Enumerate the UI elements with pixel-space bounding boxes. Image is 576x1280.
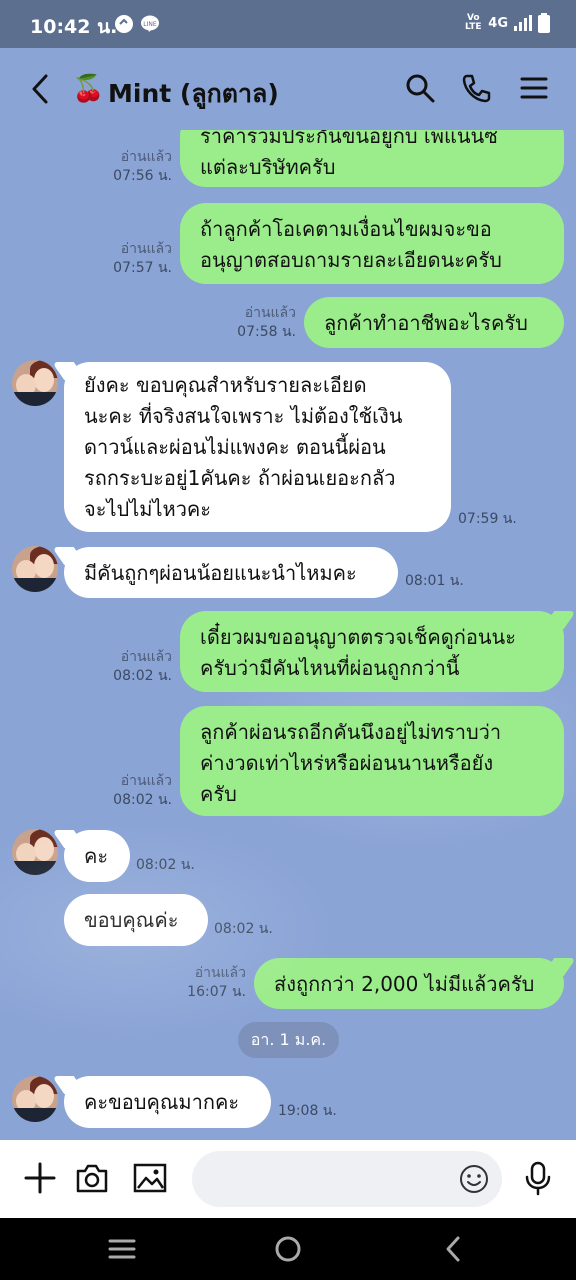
incoming-message[interactable]: คะขอบคุณมากคะ [64, 1076, 271, 1128]
message-line: เดี๋ยวผมขออนุญาตตรวจเช็คดูก่อนนะ [200, 625, 516, 649]
outgoing-message[interactable]: ส่งถูกกว่า 2,000 ไม่มีแล้วครับ [254, 958, 564, 1009]
notification-app-icon [115, 15, 133, 33]
message-line: มีคันถูกๆผ่อนน้อยแนะนำไหมคะ [84, 561, 357, 585]
outgoing-message[interactable]: ราคารวมประกันขนอยูกบ เพแนนซ แต่ละบริษัทค… [180, 130, 564, 187]
chevron-left-icon[interactable] [26, 72, 54, 106]
message-time: 07:59 น. [458, 511, 517, 527]
chat-header: 🍒 Mint (ลูกตาล) [0, 48, 576, 130]
message-time: 08:01 น. [405, 573, 464, 589]
message-meta: อ่านแล้ว 08:02 น. [100, 772, 172, 810]
message-meta: อ่านแล้ว 08:02 น. [100, 648, 172, 686]
message-line: จะไปไม่ไหวคะ [84, 497, 212, 521]
message-time: 16:07 น. [187, 984, 246, 1000]
message-meta: อ่านแล้ว 16:07 น. [174, 964, 246, 1002]
incoming-message[interactable]: ยังคะ ขอบคุณสำหรับรายละเอียด นะคะ ที่จริ… [64, 362, 451, 532]
emoji-icon[interactable] [458, 1163, 490, 1195]
volte-icon: Vo LTE [465, 13, 482, 32]
message-line: นะคะ ที่จริงสนใจเพราะ ไม่ต้องใช้เงิน [84, 404, 403, 428]
message-time: 07:57 น. [113, 260, 172, 276]
message-line: ลูกค้าทำอาชีพอะไรครับ [324, 311, 528, 335]
avatar[interactable] [12, 360, 58, 406]
line-app-icon: LINE [141, 15, 159, 32]
home-icon[interactable] [274, 1235, 302, 1263]
incoming-message[interactable]: มีคันถูกๆผ่อนน้อยแนะนำไหมคะ [64, 547, 398, 598]
message-time: 08:02 น. [113, 668, 172, 684]
svg-text:LINE: LINE [143, 21, 157, 28]
outgoing-message[interactable]: เดี๋ยวผมขออนุญาตตรวจเช็คดูก่อนนะ ครับว่า… [180, 611, 564, 692]
outgoing-message[interactable]: ถ้าลูกค้าโอเคตามเงื่อนไขผมจะขอ อนุญาตสอบ… [180, 203, 564, 284]
incoming-message[interactable]: คะ [64, 830, 130, 882]
read-receipt: อ่านแล้ว [120, 241, 172, 257]
outgoing-message[interactable]: ลูกค้าทำอาชีพอะไรครับ [304, 297, 564, 348]
date-separator: อา. 1 ม.ค. [238, 1022, 339, 1058]
message-meta: อ่านแล้ว 07:57 น. [100, 240, 172, 278]
read-receipt: อ่านแล้ว [244, 305, 296, 321]
message-line: ค่างวดเท่าไหร่หรือผ่อนนานหรือยัง [200, 751, 494, 775]
message-time: 07:58 น. [237, 324, 296, 340]
message-line: คะ [84, 844, 109, 868]
message-line: ครับว่ามีคันไหนที่ผ่อนถูกกว่านี้ [200, 656, 460, 680]
read-receipt: อ่านแล้ว [120, 649, 172, 665]
message-line: แต่ละบริษัทครับ [200, 155, 336, 179]
message-time: 07:56 น. [113, 168, 172, 184]
avatar[interactable] [12, 829, 58, 875]
message-input-bar [0, 1140, 576, 1218]
message-line: อนุญาตสอบถามรายละเอียดนะครับ [200, 248, 502, 272]
phone-call-icon[interactable] [460, 72, 492, 104]
android-nav-bar [0, 1218, 576, 1280]
menu-icon[interactable] [518, 72, 550, 104]
avatar[interactable] [12, 1076, 58, 1122]
plus-icon[interactable] [22, 1160, 58, 1196]
status-bar: 10:42 น. LINE Vo LTE 4G [0, 0, 576, 48]
read-receipt: อ่านแล้ว [120, 773, 172, 789]
message-line: คะขอบคุณมากคะ [84, 1090, 240, 1114]
message-time: 08:02 น. [113, 792, 172, 808]
outgoing-message[interactable]: ลูกค้าผ่อนรถอีกคันนึงอยู่ไม่ทราบว่า ค่าง… [180, 706, 564, 816]
message-time: 08:02 น. [136, 857, 195, 873]
message-input[interactable] [212, 1165, 452, 1186]
signal-icon [514, 15, 532, 31]
recent-apps-icon[interactable] [108, 1235, 136, 1263]
chat-title[interactable]: Mint (ลูกตาล) [108, 74, 279, 114]
camera-icon[interactable] [74, 1160, 110, 1196]
message-time: 19:08 น. [278, 1103, 337, 1119]
read-receipt: อ่านแล้ว [120, 149, 172, 165]
cherry-emoji: 🍒 [72, 74, 105, 104]
message-line: รถกระบะอยู่1คันคะ ถ้าผ่อนเยอะกลัว [84, 466, 396, 490]
network-type: 4G [488, 15, 508, 31]
microphone-icon[interactable] [520, 1160, 556, 1196]
message-meta: อ่านแล้ว 07:56 น. [100, 148, 172, 186]
read-receipt: อ่านแล้ว [194, 965, 246, 981]
message-line: ยังคะ ขอบคุณสำหรับรายละเอียด [84, 373, 367, 397]
status-right-icons: Vo LTE 4G [464, 13, 550, 33]
chat-area[interactable]: ราคารวมประกันขนอยูกบ เพแนนซ แต่ละบริษัทค… [0, 130, 576, 1140]
image-icon[interactable] [132, 1160, 168, 1196]
status-time: 10:42 น. [30, 16, 118, 38]
message-time: 08:02 น. [214, 921, 273, 937]
message-field[interactable] [192, 1151, 502, 1207]
message-meta: อ่านแล้ว 07:58 น. [224, 304, 296, 342]
message-line: ครับ [200, 782, 237, 806]
message-line: ดาวน์และผ่อนไม่แพงคะ ตอนนี้ผ่อน [84, 435, 386, 459]
message-line: ถ้าลูกค้าโอเคตามเงื่อนไขผมจะขอ [200, 217, 492, 241]
back-nav-icon[interactable] [440, 1235, 468, 1263]
search-icon[interactable] [404, 72, 436, 104]
message-line: ลูกค้าผ่อนรถอีกคันนึงอยู่ไม่ทราบว่า [200, 720, 502, 744]
message-line: ราคารวมประกันขนอยูกบ เพแนนซ [200, 130, 498, 148]
battery-icon [538, 13, 550, 33]
incoming-message[interactable]: ขอบคุณค่ะ [64, 894, 208, 946]
message-line: ขอบคุณค่ะ [84, 908, 179, 932]
message-line: ส่งถูกกว่า 2,000 ไม่มีแล้วครับ [274, 972, 535, 996]
avatar[interactable] [12, 546, 58, 592]
